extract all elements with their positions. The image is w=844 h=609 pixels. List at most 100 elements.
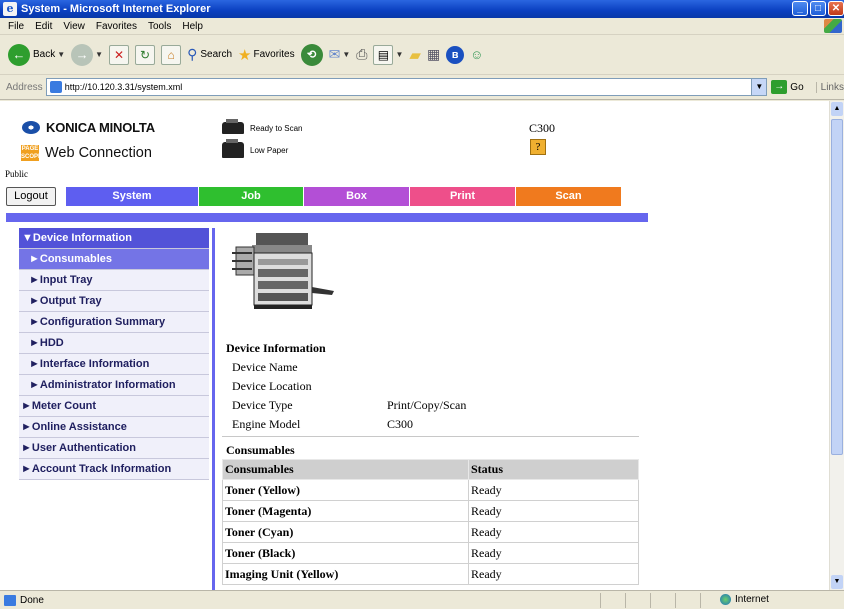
chevron-down-icon[interactable]: ▼ [342, 50, 350, 59]
brand-name: KONICA MINOLTA [46, 120, 155, 135]
menu-view[interactable]: View [63, 21, 85, 32]
sidebar-item-administrator-information[interactable]: ►Administrator Information [19, 375, 209, 396]
sidebar-item-user-authentication[interactable]: ►User Authentication [19, 438, 209, 459]
consumable-name: Toner (Cyan) [222, 521, 469, 543]
messenger-icon[interactable]: ☺ [470, 47, 483, 62]
consumable-status: Ready [468, 563, 639, 585]
home-icon[interactable]: ⌂ [161, 44, 182, 65]
bluetooth-icon[interactable]: ʙ [446, 45, 465, 64]
search-icon: ⚲ [187, 46, 198, 62]
table-row: Toner (Magenta) Ready [222, 500, 639, 522]
sidebar-item-configuration-summary[interactable]: ►Configuration Summary [19, 312, 209, 333]
sidebar-item-output-tray[interactable]: ►Output Tray [19, 291, 209, 312]
help-icon[interactable]: ? [530, 139, 546, 155]
device-info-value: C300 [387, 417, 414, 431]
consumable-status: Ready [468, 500, 639, 522]
menu-edit[interactable]: Edit [35, 21, 52, 32]
chevron-down-icon[interactable]: ▼ [95, 50, 103, 59]
user-mode: Public [5, 169, 29, 179]
mail-icon[interactable]: ✉ [329, 46, 341, 63]
consumables-title: Consumables [226, 443, 295, 457]
scroll-up-icon[interactable]: ▲ [831, 102, 843, 116]
printer-device-image [232, 233, 334, 309]
chevron-down-icon[interactable]: ▼ [395, 50, 403, 59]
tab-system[interactable]: System [66, 187, 199, 206]
windows-flag-icon [824, 19, 842, 33]
status-divider [700, 593, 701, 608]
refresh-icon[interactable]: ↻ [135, 44, 156, 65]
security-zone: Internet [720, 594, 769, 605]
forward-button[interactable]: → ▼ [71, 43, 103, 66]
stop-icon[interactable]: ✕ [109, 44, 130, 65]
chevron-down-icon[interactable]: ▼ [57, 50, 65, 59]
status-text: Done [20, 594, 44, 606]
status-divider [600, 593, 601, 608]
table-row: Toner (Yellow) Ready [222, 479, 639, 501]
sidebar-item-meter-count[interactable]: ►Meter Count [19, 396, 209, 417]
chevron-down-icon[interactable]: ▼ [751, 79, 767, 95]
pagescope-icon: PAGE SCOPE [21, 145, 43, 161]
logout-button[interactable]: Logout [6, 187, 56, 206]
close-button[interactable]: ✕ [828, 1, 844, 16]
sidebar-item-online-assistance[interactable]: ►Online Assistance [19, 417, 209, 438]
sidebar-item-account-track-information[interactable]: ►Account Track Information [19, 459, 209, 480]
zone-label: Internet [735, 594, 769, 605]
sidebar: ▼Device Information ►Consumables ►Input … [19, 228, 209, 480]
status-divider [625, 593, 626, 608]
sidebar-item-input-tray[interactable]: ►Input Tray [19, 270, 209, 291]
menu-favorites[interactable]: Favorites [96, 21, 137, 32]
konica-minolta-logo: KONICA MINOLTA [22, 120, 155, 135]
device-info-row: Device Name [232, 360, 387, 375]
column-header-consumables: Consumables [222, 459, 469, 480]
tab-box[interactable]: Box [304, 187, 410, 206]
table-row: Toner (Black) Ready [222, 542, 639, 564]
tab-scan[interactable]: Scan [516, 187, 622, 206]
sidebar-item-interface-information[interactable]: ►Interface Information [19, 354, 209, 375]
back-button[interactable]: ← Back ▼ [8, 43, 65, 66]
search-button[interactable]: ⚲ Search [187, 46, 232, 63]
favorites-button[interactable]: ★ Favorites [238, 46, 295, 64]
back-arrow-icon: ← [8, 43, 30, 66]
column-header-status: Status [468, 459, 639, 480]
menu-bar: File Edit View Favorites Tools Help [0, 18, 844, 35]
sidebar-item-consumables[interactable]: ►Consumables [19, 249, 209, 270]
web-connection-logo: PAGE SCOPE Web Connection [21, 145, 152, 161]
sidebar-divider [212, 228, 215, 590]
device-status-paper: Low Paper [222, 139, 289, 158]
address-field[interactable]: ▼ [45, 78, 768, 96]
minimize-button[interactable]: _ [792, 1, 808, 16]
research-icon[interactable]: ▦ [427, 46, 440, 63]
address-input[interactable] [64, 82, 752, 92]
links-button[interactable]: Links [815, 81, 844, 93]
sidebar-item-hdd[interactable]: ►HDD [19, 333, 209, 354]
device-info-row: Device Type Print/Copy/Scan [232, 398, 466, 413]
consumable-name: Toner (Black) [222, 542, 469, 564]
history-icon[interactable]: ⟲ [300, 43, 323, 66]
go-button[interactable]: → Go [771, 80, 804, 94]
menu-file[interactable]: File [8, 21, 24, 32]
tab-job[interactable]: Job [199, 187, 304, 206]
device-info-key: Engine Model [232, 417, 301, 431]
search-label: Search [200, 49, 233, 60]
konica-globe-icon [22, 121, 40, 134]
consumable-status: Ready [468, 542, 639, 564]
scroll-down-icon[interactable]: ▼ [831, 575, 843, 589]
menu-tools[interactable]: Tools [148, 21, 171, 32]
consumable-name: Toner (Yellow) [222, 479, 469, 501]
printer-icon [222, 119, 244, 134]
window-titlebar: e System - Microsoft Internet Explorer _… [0, 0, 844, 18]
tab-print[interactable]: Print [410, 187, 516, 206]
device-info-title: Device Information [226, 341, 326, 355]
device-status-text: Low Paper [250, 145, 289, 155]
edit-page-icon[interactable]: ▤ [373, 44, 394, 65]
vertical-scrollbar[interactable]: ▲ ▼ [829, 101, 844, 590]
scrollbar-thumb[interactable] [831, 119, 843, 455]
sidebar-item-device-information[interactable]: ▼Device Information [19, 228, 209, 249]
folder-icon[interactable]: ▰ [409, 46, 421, 64]
print-icon[interactable]: ⎙ [356, 46, 367, 63]
menu-help[interactable]: Help [182, 21, 203, 32]
address-bar: Address ▼ → Go Links [0, 75, 844, 100]
main-tabs: System Job Box Print Scan [66, 187, 622, 206]
device-info-row: Device Location [232, 379, 387, 394]
maximize-button[interactable]: □ [810, 1, 826, 16]
